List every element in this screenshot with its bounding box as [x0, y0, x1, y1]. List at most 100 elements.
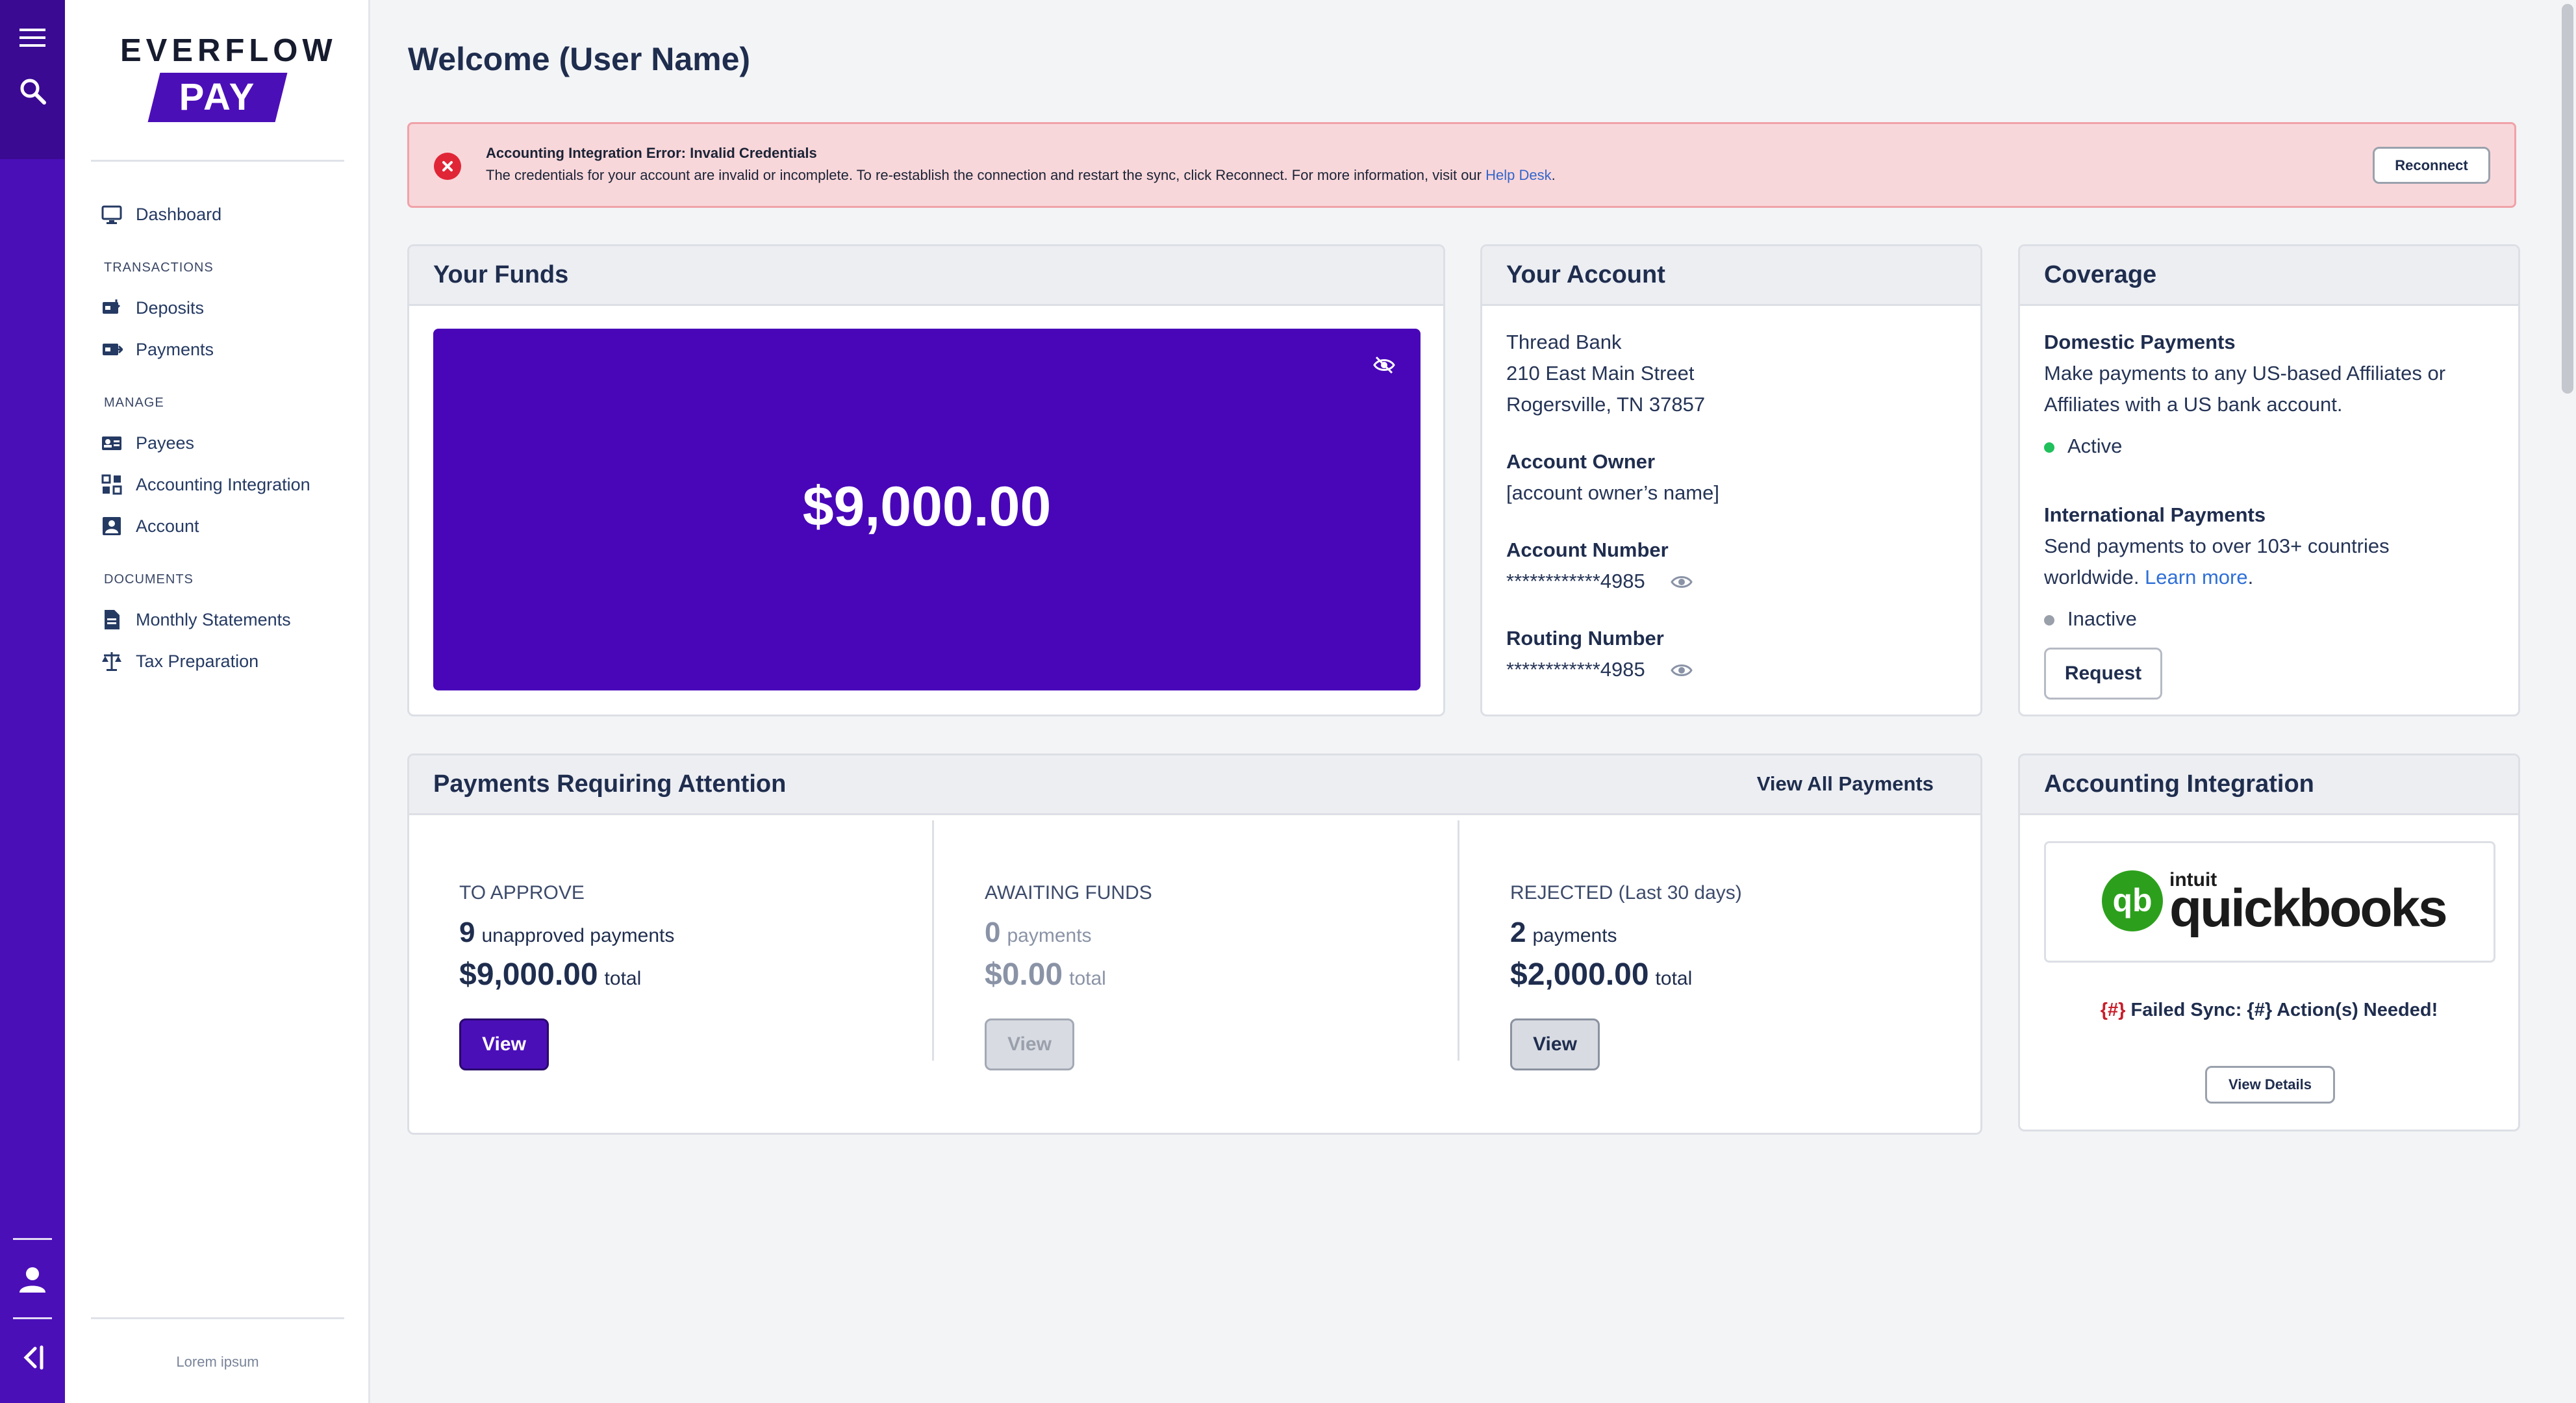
card-title: Payments Requiring Attention: [409, 755, 1980, 815]
account-number-value: ************4985: [1506, 570, 1645, 592]
awaiting-count-value: 0: [985, 916, 1001, 948]
learn-more-link[interactable]: Learn more: [2145, 566, 2248, 588]
your-funds-card: Your Funds $9,000.00: [407, 244, 1445, 716]
to-approve-count-unit: unapproved payments: [481, 925, 675, 946]
sidebar-item-account[interactable]: Account: [101, 511, 199, 542]
sidebar: EVERFLOW PAY Dashboard TRANSACTIONS Depo…: [65, 0, 370, 1403]
sidebar-item-label: Payees: [136, 433, 195, 453]
sidebar-footer-text: Lorem ipsum: [176, 1354, 259, 1370]
intl-desc-text: worldwide.: [2044, 566, 2145, 588]
request-button[interactable]: Request: [2044, 648, 2162, 700]
to-approve-amount-value: $9,000.00: [459, 957, 598, 992]
view-details-button[interactable]: View Details: [2205, 1066, 2335, 1104]
awaiting-amount-value: $0.00: [985, 957, 1063, 992]
to-approve-count: 9 unapproved payments: [459, 916, 674, 949]
hamburger-menu-icon[interactable]: [13, 18, 52, 57]
rejected-amount-value: $2,000.00: [1510, 957, 1649, 992]
domestic-status: Active: [2044, 435, 2122, 458]
sidebar-item-label: Monthly Statements: [136, 609, 291, 629]
user-profile-icon[interactable]: [13, 1260, 52, 1299]
payment-icon: [103, 344, 123, 355]
domestic-payments-desc-line1: Make payments to any US-based Affiliates…: [2044, 362, 2446, 385]
international-status: Inactive: [2044, 607, 2137, 631]
international-payments-title: International Payments: [2044, 503, 2266, 526]
sidebar-item-payments[interactable]: Payments: [101, 334, 214, 365]
inactive-status-dot: [2044, 614, 2054, 626]
page-title: Welcome (User Name): [408, 41, 751, 77]
rejected-count-unit: payments: [1532, 925, 1617, 946]
monitor-icon: [101, 205, 122, 224]
card-title: Accounting Integration: [2020, 755, 2518, 815]
sidebar-item-label: Tax Preparation: [136, 651, 259, 671]
funds-amount: $9,000.00: [802, 475, 1052, 538]
sidebar-divider: [91, 160, 344, 162]
rail-divider: [13, 1238, 52, 1240]
rejected-title: REJECTED (Last 30 days): [1510, 882, 1742, 904]
your-account-card: Your Account Thread Bank 210 East Main S…: [1480, 244, 1982, 716]
sidebar-divider: [91, 1317, 344, 1319]
hide-balance-icon[interactable]: [1372, 353, 1396, 377]
awaiting-funds-count: 0 payments: [985, 916, 1092, 949]
domestic-payments-title: Domestic Payments: [2044, 331, 2236, 353]
failed-sync-count: {#}: [2100, 1000, 2126, 1020]
failed-sync-message: {#} Failed Sync: {#} Action(s) Needed!: [2020, 1000, 2518, 1021]
sidebar-item-tax-preparation[interactable]: Tax Preparation: [101, 646, 259, 677]
rail-divider: [13, 1317, 52, 1319]
show-account-number-icon[interactable]: [1671, 572, 1693, 595]
account-number-label: Account Number: [1506, 538, 1669, 561]
quickbooks-logo-icon: qb: [2102, 870, 2163, 931]
sidebar-item-dashboard[interactable]: Dashboard: [101, 199, 221, 230]
show-routing-number-icon[interactable]: [1671, 661, 1693, 683]
active-status-dot: [2044, 442, 2054, 453]
view-awaiting-funds-button[interactable]: View: [985, 1018, 1074, 1070]
alert-body: The credentials for your account are inv…: [486, 167, 1556, 184]
routing-number-label: Routing Number: [1506, 627, 1664, 650]
column-divider: [1458, 820, 1459, 1061]
to-approve-count-value: 9: [459, 916, 475, 948]
view-all-payments-link[interactable]: View All Payments: [1757, 772, 1934, 796]
alert-body-text: The credentials for your account are inv…: [486, 167, 1486, 183]
sidebar-item-label: Deposits: [136, 297, 205, 318]
bank-address-line2: Rogersville, TN 37857: [1506, 393, 1706, 416]
logo-wordmark: EVERFLOW: [120, 33, 337, 68]
awaiting-total-label: total: [1069, 968, 1106, 989]
sidebar-item-accounting-integration[interactable]: Accounting Integration: [101, 469, 310, 500]
card-title: Your Funds: [409, 246, 1443, 306]
collapse-sidebar-icon[interactable]: [13, 1338, 52, 1377]
view-to-approve-button[interactable]: View: [459, 1018, 549, 1070]
reconnect-button[interactable]: Reconnect: [2373, 147, 2490, 184]
international-status-text: Inactive: [2067, 607, 2137, 630]
account-owner-label: Account Owner: [1506, 450, 1656, 473]
international-payments-desc-line1: Send payments to over 103+ countries: [2044, 535, 2390, 557]
sidebar-item-label: Payments: [136, 339, 214, 359]
card-title-text: Payments Requiring Attention: [433, 770, 787, 798]
to-approve-amount: $9,000.00 total: [459, 957, 641, 992]
payees-icon: [102, 436, 121, 450]
view-rejected-button[interactable]: View: [1510, 1018, 1600, 1070]
rejected-total-label: total: [1655, 968, 1693, 989]
card-title: Coverage: [2020, 246, 2518, 306]
account-icon: [103, 517, 121, 535]
coverage-card: Coverage Domestic Payments Make payments…: [2018, 244, 2520, 716]
section-documents: DOCUMENTS: [104, 572, 194, 587]
search-icon[interactable]: [13, 71, 52, 110]
quickbooks-logo-box: qb intuit quickbooks: [2044, 841, 2495, 963]
domestic-payments-desc-line2: Affiliates with a US bank account.: [2044, 393, 2343, 416]
page-scrollbar[interactable]: [2559, 0, 2576, 1403]
domestic-status-text: Active: [2067, 435, 2123, 457]
sidebar-item-deposits[interactable]: Deposits: [101, 292, 204, 323]
sidebar-item-payees[interactable]: Payees: [101, 427, 194, 459]
international-payments-desc-line2: worldwide. Learn more.: [2044, 566, 2253, 589]
sidebar-item-label: Dashboard: [136, 204, 222, 224]
failed-sync-text: Failed Sync: {#} Action(s) Needed!: [2125, 1000, 2438, 1020]
scrollbar-thumb[interactable]: [2562, 4, 2573, 394]
rejected-count-value: 2: [1510, 916, 1526, 948]
to-approve-title: TO APPROVE: [459, 882, 585, 904]
error-alert: Accounting Integration Error: Invalid Cr…: [407, 122, 2516, 208]
deposit-icon: [103, 299, 121, 314]
help-desk-link[interactable]: Help Desk: [1485, 167, 1551, 183]
sidebar-item-monthly-statements[interactable]: Monthly Statements: [101, 604, 291, 635]
alert-body-end: .: [1551, 167, 1556, 183]
everflow-pay-logo[interactable]: EVERFLOW PAY: [120, 32, 337, 130]
accounting-integration-card: Accounting Integration qb intuit quickbo…: [2018, 753, 2520, 1131]
